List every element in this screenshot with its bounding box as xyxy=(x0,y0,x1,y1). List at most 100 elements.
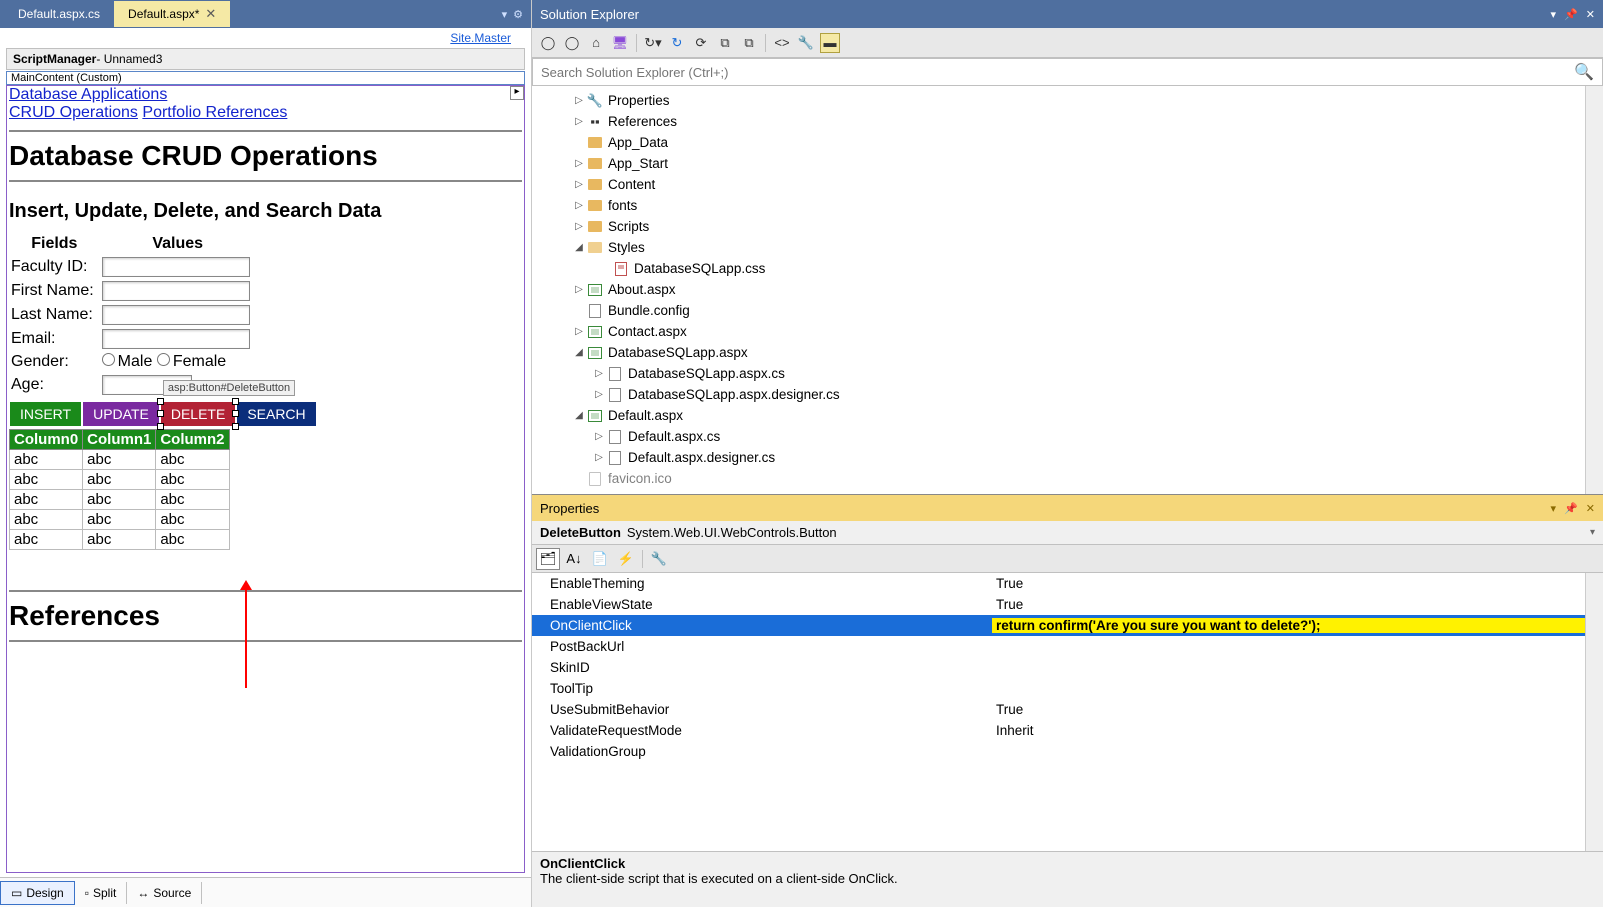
tree-dbsqlapp[interactable]: ◢DatabaseSQLapp.aspx xyxy=(532,342,1585,363)
refresh-icon[interactable]: ↻ xyxy=(667,33,687,53)
insert-button[interactable]: INSERT xyxy=(9,401,82,427)
faculty-id-field[interactable] xyxy=(102,257,250,277)
forward-icon[interactable]: ◯ xyxy=(562,33,582,53)
events-icon[interactable]: ⚡ xyxy=(614,548,638,570)
mode-split[interactable]: ▫Split xyxy=(75,882,128,904)
tree-about[interactable]: ▷About.aspx xyxy=(532,279,1585,300)
prop-row[interactable]: EnableViewStateTrue xyxy=(532,594,1585,615)
mode-design[interactable]: ▭Design xyxy=(0,881,75,905)
prop-row[interactable]: ToolTip xyxy=(532,678,1585,699)
tree-contact[interactable]: ▷Contact.aspx xyxy=(532,321,1585,342)
radio-female-wrap[interactable]: Female xyxy=(157,353,226,370)
section-heading: Insert, Update, Delete, and Search Data xyxy=(9,200,522,223)
selection-handle[interactable] xyxy=(232,423,239,430)
prop-row-onclientclick[interactable]: OnClientClickreturn confirm('Are you sur… xyxy=(532,615,1585,636)
search-icon[interactable]: 🔍 xyxy=(1566,62,1602,82)
prop-row[interactable]: ValidateRequestModeInherit xyxy=(532,720,1585,741)
tree-styles[interactable]: ◢Styles xyxy=(532,237,1585,258)
tree-properties[interactable]: ▷🔧Properties xyxy=(532,90,1585,111)
sitemaster-link[interactable]: Site.Master xyxy=(450,31,511,45)
wrench-icon[interactable]: 🔧 xyxy=(647,548,671,570)
selection-handle[interactable] xyxy=(157,423,164,430)
prop-row[interactable]: EnableThemingTrue xyxy=(532,573,1585,594)
close-icon[interactable]: ✕ xyxy=(1586,8,1595,21)
tree-scripts[interactable]: ▷Scripts xyxy=(532,216,1585,237)
refresh-dropdown-icon[interactable]: ↻▾ xyxy=(643,33,663,53)
pin-icon[interactable]: 📌 xyxy=(1564,502,1578,515)
alphabetical-icon[interactable]: A↓ xyxy=(562,548,586,570)
delete-button[interactable]: asp:Button#DeleteButton DELETE xyxy=(160,401,236,427)
prop-row[interactable]: UseSubmitBehaviorTrue xyxy=(532,699,1585,720)
chevron-down-icon[interactable]: ▾ xyxy=(1590,527,1595,538)
update-button[interactable]: UPDATE xyxy=(82,401,160,427)
scrollbar[interactable] xyxy=(1585,573,1603,851)
tree-references[interactable]: ▷▪▪References xyxy=(532,111,1585,132)
selection-handle[interactable] xyxy=(232,398,239,405)
tree-fonts[interactable]: ▷fonts xyxy=(532,195,1585,216)
link-crud-operations[interactable]: CRUD Operations xyxy=(9,104,138,121)
page-icon[interactable]: 📄 xyxy=(588,548,612,570)
email-field[interactable] xyxy=(102,329,250,349)
search-button[interactable]: SEARCH xyxy=(236,401,316,427)
radio-male[interactable] xyxy=(102,353,115,366)
breadcrumb-links: Database Applications CRUD Operations Po… xyxy=(9,86,522,122)
panel-title-text: Solution Explorer xyxy=(540,7,639,22)
tree-content[interactable]: ▷Content xyxy=(532,174,1585,195)
tree-app-start[interactable]: ▷App_Start xyxy=(532,153,1585,174)
search-input[interactable] xyxy=(533,65,1566,80)
back-icon[interactable]: ◯ xyxy=(538,33,558,53)
selection-handle[interactable] xyxy=(157,398,164,405)
categorized-icon[interactable]: 🗂 xyxy=(536,548,560,570)
pin-icon[interactable]: 📌 xyxy=(1564,8,1578,21)
toggle-handle-icon[interactable]: ▸ xyxy=(510,86,524,100)
input-form: Fields Values Faculty ID: First Name: La… xyxy=(9,233,256,397)
dropdown-icon[interactable]: ▾ xyxy=(502,8,508,21)
solution-tree[interactable]: ▷🔧Properties ▷▪▪References App_Data ▷App… xyxy=(532,86,1585,494)
label-faculty-id: Faculty ID: xyxy=(9,255,100,279)
showall-icon[interactable]: ⧉ xyxy=(739,33,759,53)
sync-icon[interactable]: 🖥 xyxy=(610,33,630,53)
preview-icon[interactable]: ▬ xyxy=(820,33,840,53)
dropdown-icon[interactable]: ▾ xyxy=(1551,8,1557,21)
selection-handle[interactable] xyxy=(232,410,239,417)
last-name-field[interactable] xyxy=(102,305,250,325)
mode-source[interactable]: ↔Source xyxy=(127,882,202,904)
link-database-applications[interactable]: Database Applications xyxy=(9,86,167,103)
tree-favicon[interactable]: favicon.ico xyxy=(532,468,1585,489)
tree-dbsqlapp-designer[interactable]: ▷DatabaseSQLapp.aspx.designer.cs xyxy=(532,384,1585,405)
scriptmanager-row[interactable]: ScriptManager - Unnamed3 xyxy=(6,48,525,70)
close-icon[interactable]: ✕ xyxy=(205,6,216,22)
design-stage[interactable]: ▸ Database Applications CRUD Operations … xyxy=(6,85,525,873)
radio-female[interactable] xyxy=(157,353,170,366)
home-icon[interactable]: ⌂ xyxy=(586,33,606,53)
scrollbar[interactable] xyxy=(1585,86,1603,494)
maincontent-tag[interactable]: MainContent (Custom) xyxy=(6,71,525,85)
code-icon[interactable]: <> xyxy=(772,33,792,53)
properties-icon[interactable]: 🔧 xyxy=(796,33,816,53)
radio-male-wrap[interactable]: Male xyxy=(102,353,153,370)
right-pane: Solution Explorer ▾ 📌 ✕ ◯ ◯ ⌂ 🖥 ↻▾ ↻ ⟳ ⧉… xyxy=(532,0,1603,907)
tree-bundle[interactable]: Bundle.config xyxy=(532,300,1585,321)
link-portfolio-references[interactable]: Portfolio References xyxy=(142,104,287,121)
desc-text: The client-side script that is executed … xyxy=(540,871,898,886)
refresh2-icon[interactable]: ⟳ xyxy=(691,33,711,53)
tree-dbsqlapp-cs[interactable]: ▷DatabaseSQLapp.aspx.cs xyxy=(532,363,1585,384)
tree-default-cs[interactable]: ▷Default.aspx.cs xyxy=(532,426,1585,447)
tree-styles-css[interactable]: DatabaseSQLapp.css xyxy=(532,258,1585,279)
prop-row[interactable]: ValidationGroup xyxy=(532,741,1585,762)
properties-grid[interactable]: EnableThemingTrue EnableViewStateTrue On… xyxy=(532,573,1585,851)
collapse-icon[interactable]: ⧉ xyxy=(715,33,735,53)
tree-default-designer[interactable]: ▷Default.aspx.designer.cs xyxy=(532,447,1585,468)
gear-icon[interactable]: ⚙ xyxy=(513,8,523,21)
first-name-field[interactable] xyxy=(102,281,250,301)
close-icon[interactable]: ✕ xyxy=(1586,502,1595,515)
tree-default[interactable]: ◢Default.aspx xyxy=(532,405,1585,426)
dropdown-icon[interactable]: ▾ xyxy=(1551,502,1557,515)
tree-app-data[interactable]: App_Data xyxy=(532,132,1585,153)
tab-default-cs[interactable]: Default.aspx.cs xyxy=(4,1,114,27)
properties-object-row[interactable]: DeleteButton System.Web.UI.WebControls.B… xyxy=(532,521,1603,545)
tab-default-aspx[interactable]: Default.aspx* ✕ xyxy=(114,1,230,27)
prop-row[interactable]: PostBackUrl xyxy=(532,636,1585,657)
prop-row[interactable]: SkinID xyxy=(532,657,1585,678)
selection-handle[interactable] xyxy=(157,410,164,417)
